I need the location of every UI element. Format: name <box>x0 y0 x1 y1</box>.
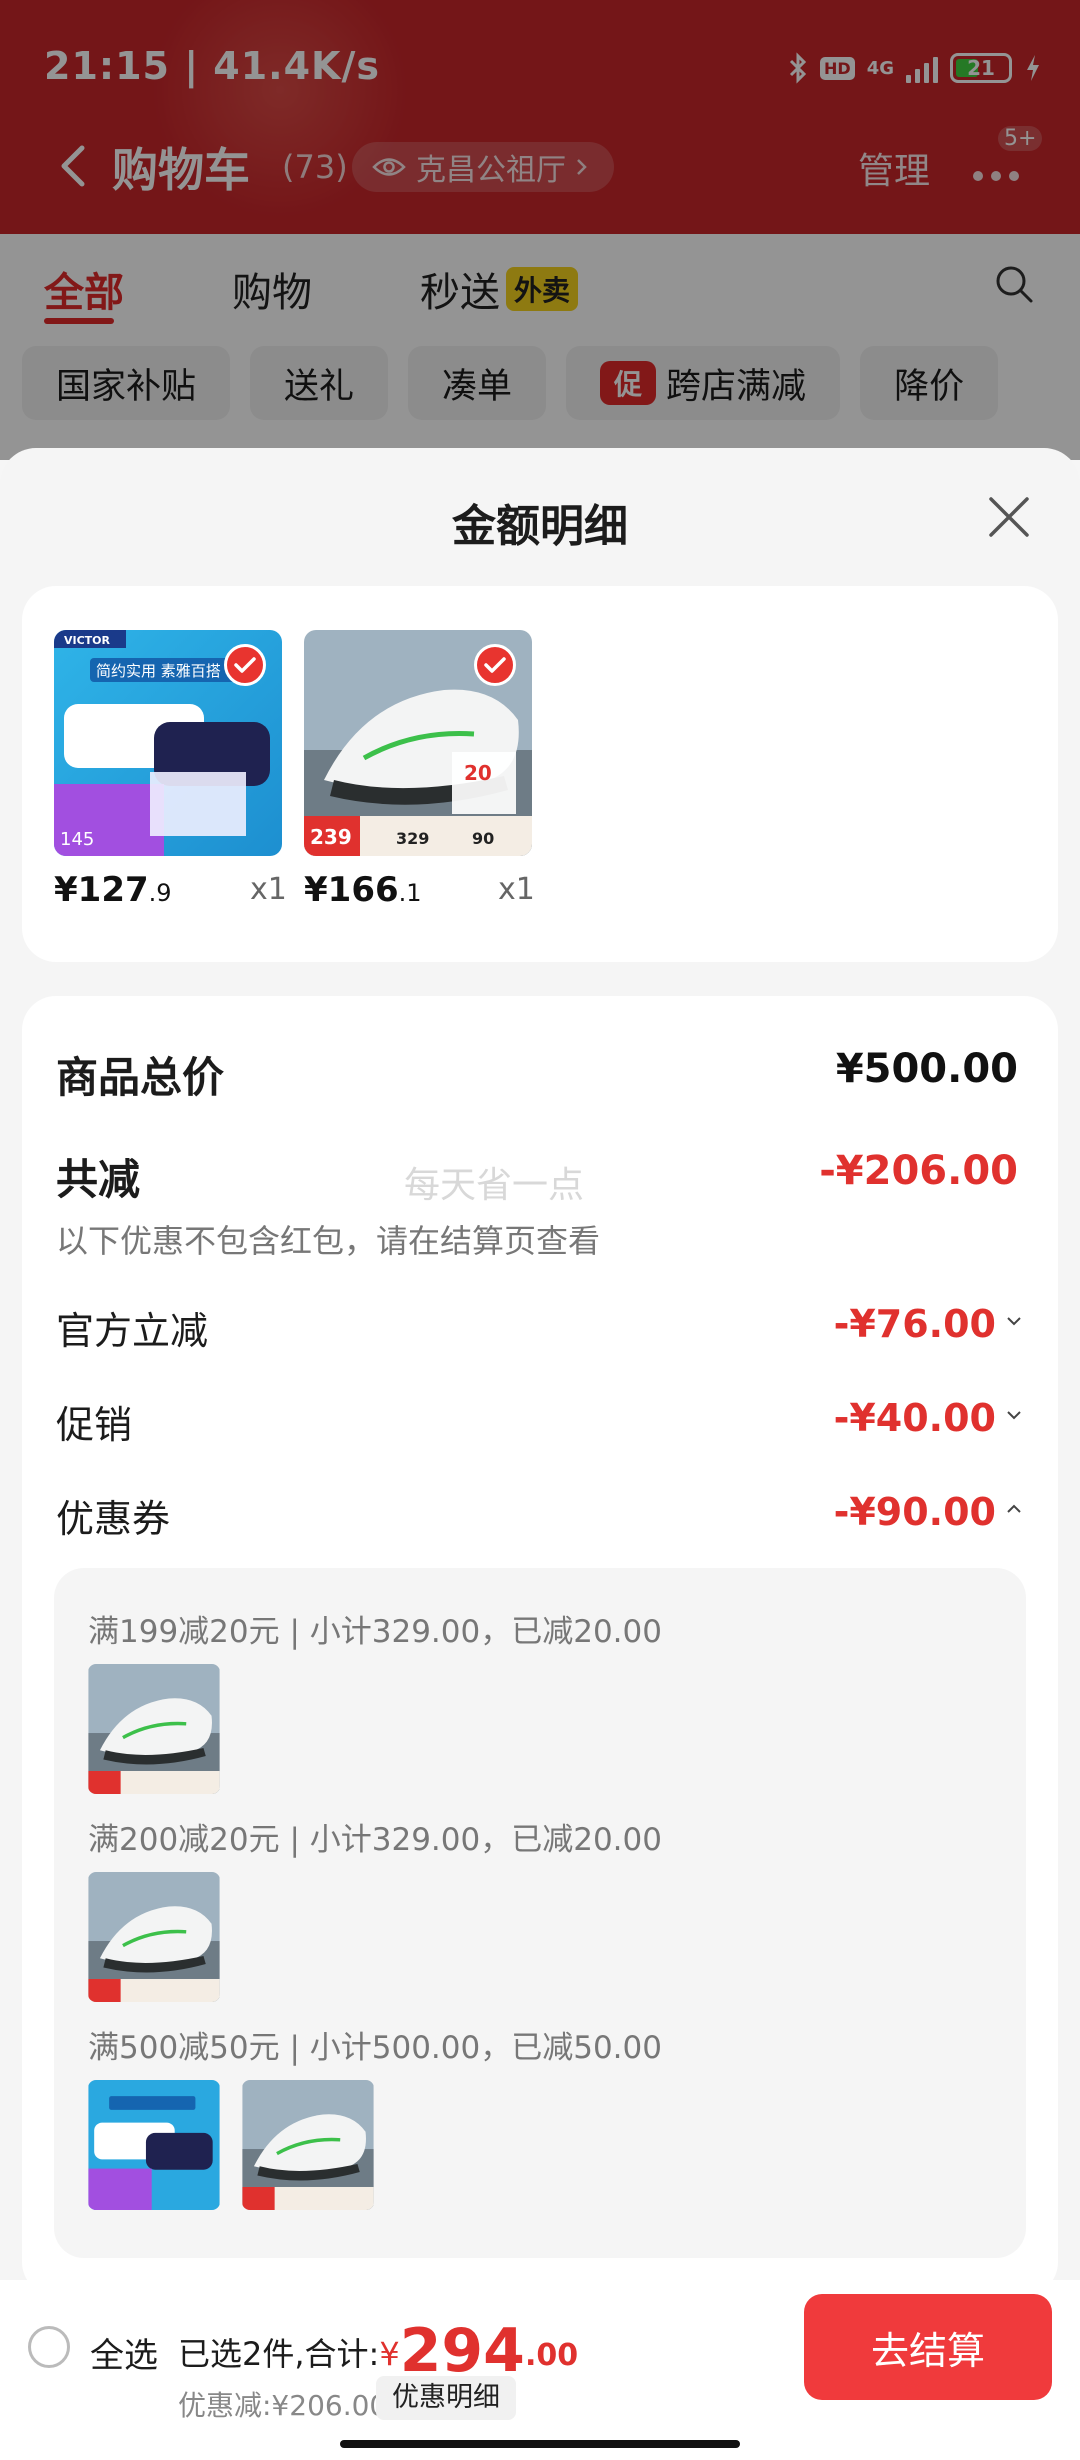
amount-detail-sheet: 金额明细 VICTOR 简约实用 素雅百搭 145 ¥127.9 x1 20 2… <box>0 448 1080 2280</box>
price-dec: .9 <box>148 879 172 907</box>
price-dec: .1 <box>398 879 422 907</box>
coupon-product-thumbnail[interactable] <box>88 1872 220 2002</box>
selected-check-icon[interactable] <box>474 644 516 686</box>
coupon-product-thumbnail[interactable] <box>88 1664 220 1794</box>
discount-summary: 优惠减:¥206.00 <box>178 2389 388 2422</box>
shoe-thumbnail-image <box>88 1664 220 1794</box>
checkout-bar: 全选 已选2件,合计:¥294.00 优惠减:¥206.00 优惠明细 去结算 <box>0 2280 1080 2460</box>
coupon-line: 满500减50元 | 小计500.00，已减50.00 <box>88 2030 662 2066</box>
product-thumbnail-bag[interactable]: VICTOR 简约实用 素雅百搭 145 <box>54 630 282 856</box>
official-discount-label: 官方立减 <box>56 1309 209 1353</box>
promotion-value: -¥40.00 <box>833 1396 996 1440</box>
bag-thumbnail-image <box>88 2080 220 2210</box>
selected-check-icon[interactable] <box>224 644 266 686</box>
promotion-label: 促销 <box>56 1403 133 1447</box>
official-discount-value: -¥76.00 <box>833 1302 996 1346</box>
coupon-toggle[interactable]: -¥90.00 <box>834 1490 1022 1534</box>
shoe-price-a: 239 <box>310 825 352 849</box>
total-decimal: .00 <box>524 2338 579 2373</box>
product-price: ¥127.9 <box>54 870 172 910</box>
select-all-label[interactable]: 全选 <box>90 2328 158 2377</box>
total-reduce-value: -¥206.00 <box>819 1148 1018 1194</box>
checkout-button[interactable]: 去结算 <box>804 2294 1052 2400</box>
products-card: VICTOR 简约实用 素雅百搭 145 ¥127.9 x1 20 239 32… <box>22 586 1058 962</box>
shoe-thumbnail-image <box>242 2080 374 2210</box>
slogan-text: 简约实用 素雅百搭 <box>96 662 221 680</box>
shoe-price-b: 329 <box>396 829 429 848</box>
coupon-product-thumbnail[interactable] <box>242 2080 374 2210</box>
yen-symbol: ¥ <box>379 2335 400 2373</box>
coupon-value: -¥90.00 <box>833 1490 996 1534</box>
coupon-line: 满199减20元 | 小计329.00，已减20.00 <box>88 1614 662 1650</box>
product-qty: x1 <box>250 872 287 907</box>
price-int: ¥127 <box>54 870 149 910</box>
close-icon[interactable] <box>986 494 1032 540</box>
shoe-thumbnail-image <box>88 1872 220 2002</box>
chevron-down-icon <box>1007 1411 1021 1420</box>
coupon-line: 满200减20元 | 小计329.00，已减20.00 <box>88 1822 662 1858</box>
discount-detail-button[interactable]: 优惠明细 <box>376 2376 516 2420</box>
shoe-price-c: 90 <box>472 829 494 848</box>
coupon-details: 满199减20元 | 小计329.00，已减20.00 满200减20元 | 小… <box>54 1568 1026 2258</box>
promotion-toggle[interactable]: -¥40.00 <box>834 1396 1022 1440</box>
shoe-tag-text: 20 <box>464 761 492 785</box>
product-qty: x1 <box>498 872 535 907</box>
sheet-title: 金额明细 <box>452 501 628 552</box>
total-reduce-label: 共减 <box>56 1155 141 1204</box>
total-price-value: ¥500.00 <box>835 1046 1018 1092</box>
coupon-label: 优惠券 <box>56 1497 171 1541</box>
price-int: ¥166 <box>304 870 399 910</box>
product-price: ¥166.1 <box>304 870 422 910</box>
modal-backdrop[interactable] <box>0 0 1080 460</box>
chevron-down-icon <box>1007 1317 1021 1326</box>
selected-text: 已选2件,合计: <box>178 2335 380 2373</box>
product-thumbnail-shoe[interactable]: 20 239 329 90 <box>304 630 532 856</box>
bag-price-text: 145 <box>60 829 94 850</box>
home-indicator <box>340 2440 740 2448</box>
official-discount-toggle[interactable]: -¥76.00 <box>834 1302 1022 1346</box>
watermark-text: 每天省一点 <box>404 1165 585 1206</box>
red-packet-note: 以下优惠不包含红包，请在结算页查看 <box>56 1222 601 1260</box>
total-price-label: 商品总价 <box>56 1053 225 1102</box>
chevron-up-icon <box>1007 1504 1021 1513</box>
selected-summary: 已选2件,合计:¥294.00 <box>178 2316 578 2386</box>
select-all-radio[interactable] <box>28 2326 70 2368</box>
brand-text: VICTOR <box>64 634 111 647</box>
coupon-product-thumbnail[interactable] <box>88 2080 220 2210</box>
